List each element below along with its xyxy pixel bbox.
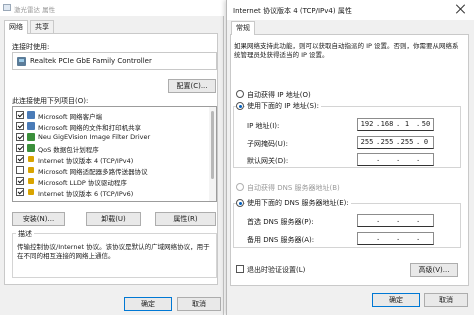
list-item[interactable]: Internet 协议版本 4 (TCP/IPv4)	[16, 154, 208, 165]
octet: 0	[423, 138, 429, 146]
checkbox[interactable]	[16, 144, 24, 152]
connect-using-label: 连接时使用:	[12, 43, 50, 51]
subnet-mask-label: 子网掩码(U):	[247, 140, 288, 148]
octet: 255	[400, 138, 414, 146]
auto-dns-label: 自动获得 DNS 服务器地址(B)	[247, 184, 340, 192]
octet: 255	[360, 138, 374, 146]
adapter-field: Realtek PCIe GbE Family Controller	[12, 52, 217, 70]
protocol-icon	[28, 178, 34, 184]
checkbox[interactable]	[16, 188, 24, 196]
octet: 192	[360, 120, 374, 128]
item-label: Internet 协议版本 6 (TCP/IPv6)	[38, 190, 134, 198]
preferred-dns-label: 首选 DNS 服务器(P):	[247, 218, 314, 226]
octet: 255	[380, 138, 394, 146]
ip-address-label: IP 地址(I):	[247, 122, 280, 130]
checkbox[interactable]	[16, 122, 24, 130]
protocol-icon	[28, 189, 34, 195]
checkbox[interactable]	[16, 166, 24, 174]
intro-text: 如果网络支持此功能，则可以获取自动指派的 IP 设置。否则，你需要从网络系统管理…	[234, 42, 459, 59]
title-bar: 激光雷达 属性	[0, 0, 224, 16]
description-title: 描述	[16, 229, 34, 239]
tab-general[interactable]: 常规	[231, 21, 255, 35]
subnet-mask-field[interactable]: 255. 255. 255. 0	[357, 136, 434, 149]
title-bar: Internet 协议版本 4 (TCP/IPv4) 属性	[227, 0, 474, 20]
preferred-dns-field[interactable]: ...	[357, 214, 434, 227]
ok-button[interactable]: 确定	[124, 297, 172, 311]
use-dns-label: 使用下面的 DNS 服务器地址(E):	[245, 198, 351, 208]
scroll-thumb[interactable]	[211, 111, 214, 179]
list-item[interactable]: Microsoft 网络客户端	[16, 110, 208, 121]
tab-network[interactable]: 网络	[4, 20, 28, 34]
item-label: QoS 数据包计划程序	[38, 146, 99, 154]
checkbox[interactable]	[16, 133, 24, 141]
gateway-field[interactable]: ...	[357, 153, 434, 166]
use-ip-label: 使用下面的 IP 地址(S):	[245, 101, 321, 111]
alternate-dns-field[interactable]: ...	[357, 232, 434, 245]
items-list[interactable]: Microsoft 网络客户端 Microsoft 网络的文件和打印机共享 Ne…	[12, 106, 217, 202]
network-adapter-icon	[3, 4, 11, 11]
list-item[interactable]: Microsoft 网络的文件和打印机共享	[16, 121, 208, 132]
close-icon[interactable]	[455, 3, 467, 15]
octet: 168	[380, 120, 394, 128]
ok-button[interactable]: 确定	[372, 293, 420, 307]
cancel-button[interactable]: 取消	[424, 293, 468, 307]
validate-checkbox[interactable]	[236, 265, 244, 273]
item-label: Internet 协议版本 4 (TCP/IPv4)	[38, 157, 134, 165]
auto-dns-radio[interactable]	[236, 183, 244, 191]
protocol-icon	[28, 156, 34, 162]
tab-sharing[interactable]: 共享	[30, 20, 54, 33]
validate-label: 退出时验证设置(L)	[247, 266, 306, 274]
network-client-icon	[27, 111, 35, 119]
list-item[interactable]: Internet 协议版本 6 (TCP/IPv6)	[16, 187, 208, 198]
use-ip-radio[interactable]	[236, 102, 244, 110]
item-label: Microsoft LLDP 协议驱动程序	[38, 179, 127, 187]
adapter-properties-dialog: 激光雷达 属性 网络 共享 连接时使用: Realtek PCIe GbE Fa…	[0, 0, 224, 315]
dialog-title: 激光雷达 属性	[14, 6, 56, 14]
ip-address-field[interactable]: 192. 168. 1. 50	[357, 118, 434, 131]
item-label: Microsoft 网络的文件和打印机共享	[38, 124, 142, 132]
description-text: 传输控制协议/Internet 协议。该协议是默认的广域网络协议，用于在不同的相…	[17, 243, 210, 260]
configure-button[interactable]: 配置(C)...	[168, 79, 216, 93]
adapter-name: Realtek PCIe GbE Family Controller	[30, 57, 152, 65]
octet: 1	[404, 120, 410, 128]
checkbox[interactable]	[16, 177, 24, 185]
protocol-icon	[28, 167, 34, 173]
qos-icon	[27, 144, 35, 152]
scrollbar[interactable]	[209, 107, 216, 201]
install-button[interactable]: 安装(N)...	[12, 212, 65, 226]
file-share-icon	[27, 122, 35, 130]
list-item[interactable]: Neu GigEVision Image Filter Driver	[16, 132, 208, 143]
items-label: 此连接使用下列项目(O):	[12, 97, 89, 105]
cancel-button[interactable]: 取消	[177, 297, 221, 311]
dialog-title: Internet 协议版本 4 (TCP/IPv4) 属性	[233, 7, 352, 15]
properties-button[interactable]: 属性(R)	[155, 212, 216, 226]
alternate-dns-label: 备用 DNS 服务器(A):	[247, 236, 315, 244]
list-item[interactable]: Microsoft LLDP 协议驱动程序	[16, 176, 208, 187]
item-label: Microsoft 网络客户端	[38, 113, 103, 121]
network-card-icon	[17, 57, 26, 66]
driver-icon	[27, 133, 35, 141]
octet: 50	[421, 120, 431, 128]
advanced-button[interactable]: 高级(V)...	[410, 263, 458, 277]
item-label: Neu GigEVision Image Filter Driver	[38, 133, 151, 141]
item-label: Microsoft 网络适配器多路传送器协议	[38, 168, 148, 176]
checkbox[interactable]	[16, 111, 24, 119]
checkbox[interactable]	[16, 155, 24, 163]
gateway-label: 默认网关(D):	[247, 157, 289, 165]
use-dns-radio[interactable]	[236, 199, 244, 207]
auto-ip-label: 自动获得 IP 地址(O)	[247, 91, 311, 99]
list-item[interactable]: Microsoft 网络适配器多路传送器协议	[16, 165, 208, 176]
auto-ip-radio[interactable]	[236, 90, 244, 98]
uninstall-button[interactable]: 卸载(U)	[86, 212, 141, 226]
list-item[interactable]: QoS 数据包计划程序	[16, 143, 208, 154]
